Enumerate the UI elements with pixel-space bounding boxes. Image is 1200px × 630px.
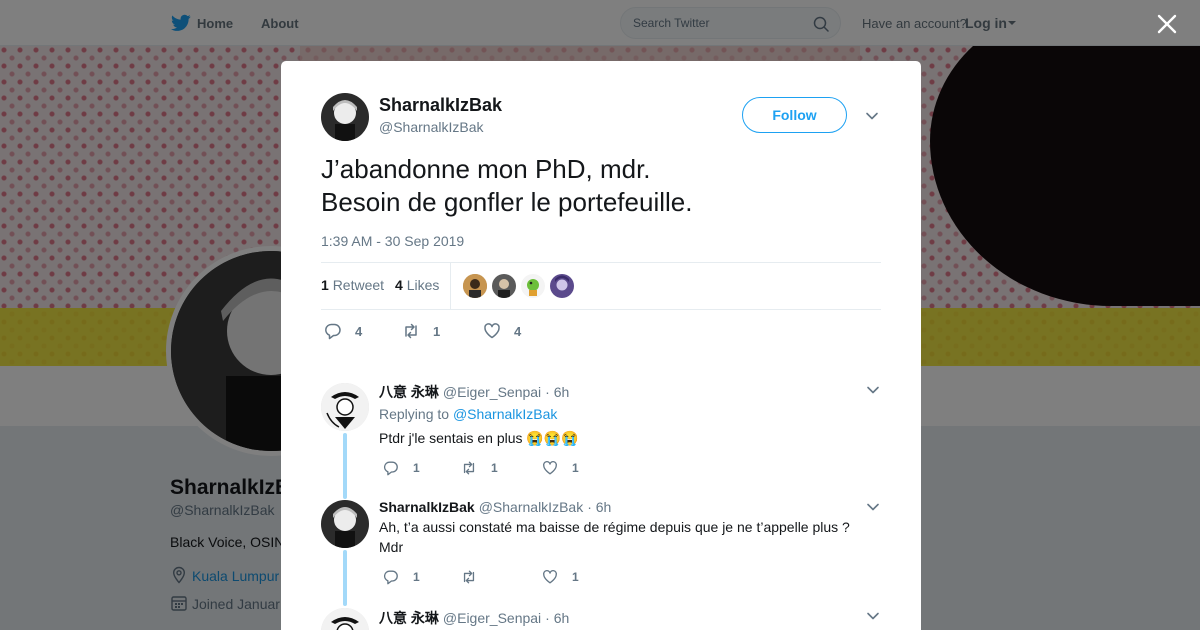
chevron-down-icon[interactable] [866, 500, 880, 514]
reply-author-name[interactable]: SharnalkIzBak [379, 499, 475, 515]
reply-icon [383, 570, 398, 585]
like-button[interactable]: 1 [542, 460, 579, 476]
divider [450, 263, 451, 309]
reply-author-handle[interactable]: @Eiger_Senpai [443, 384, 541, 400]
like-button[interactable]: 4 [483, 322, 521, 340]
reply-count: 1 [413, 570, 420, 584]
follow-button[interactable]: Follow [742, 97, 847, 133]
tweet-author-name[interactable]: SharnalkIzBak [379, 95, 502, 116]
retweet-count: 1 [433, 323, 441, 339]
liker-avatar[interactable] [521, 274, 545, 298]
liker-avatar[interactable] [463, 274, 487, 298]
retweet-icon [463, 570, 475, 584]
replying-to-prefix: Replying to [379, 406, 450, 422]
reply-time[interactable]: · 6h [545, 384, 569, 400]
heart-icon [484, 323, 500, 339]
thread-line [343, 550, 347, 606]
likes-stat-label: Likes [406, 277, 440, 293]
retweet-count: 1 [321, 277, 329, 293]
like-count: 1 [572, 570, 579, 584]
reply-author-handle[interactable]: @Eiger_Senpai [443, 610, 541, 626]
likes-stat[interactable]: 4 Likes [395, 277, 439, 293]
reply-count: 4 [355, 323, 363, 339]
divider [321, 262, 881, 263]
liker-avatar[interactable] [492, 274, 516, 298]
retweet-stat[interactable]: 1 Retweet [321, 277, 384, 293]
retweet-icon [405, 323, 417, 339]
reply-icon [383, 461, 398, 476]
retweet-icon [463, 461, 475, 475]
reply-icon [325, 323, 341, 340]
tweet-timestamp[interactable]: 1:39 AM - 30 Sep 2019 [321, 233, 464, 249]
retweet-count: 1 [491, 461, 498, 475]
retweet-button[interactable]: 1 [461, 460, 498, 476]
reply-text: Ptdr j'le sentais en plus 😭😭😭 [379, 430, 579, 446]
reply-text: Ah, t’a aussi constaté ma baisse de régi… [379, 517, 879, 557]
close-icon[interactable] [1155, 12, 1179, 36]
reply-time[interactable]: · 6h [587, 499, 611, 515]
reply-header: 八意 永琳 @Eiger_Senpai · 6h [379, 382, 569, 402]
tweet-text: J’abandonne mon PhD, mdr. Besoin de gonf… [321, 153, 881, 219]
like-count: 1 [572, 461, 579, 475]
chevron-down-icon[interactable] [866, 609, 880, 623]
reply-avatar[interactable] [321, 500, 369, 548]
heart-icon [543, 569, 557, 584]
reply-button[interactable]: 1 [383, 569, 420, 585]
retweet-stat-label: Retweet [332, 277, 385, 293]
reply-button[interactable]: 1 [383, 460, 420, 476]
heart-icon [543, 460, 557, 475]
reply-button[interactable]: 4 [324, 322, 362, 340]
reply-avatar[interactable] [321, 383, 369, 431]
reply-author-handle[interactable]: @SharnalkIzBak [479, 499, 583, 515]
reply-text-line: Ah, t’a aussi constaté ma baisse de régi… [379, 519, 850, 535]
reply-avatar[interactable] [321, 608, 369, 630]
like-count: 4 [395, 277, 403, 293]
like-button[interactable]: 1 [542, 569, 579, 585]
tweet-text-line: J’abandonne mon PhD, mdr. [321, 154, 651, 184]
chevron-down-icon[interactable] [866, 383, 880, 397]
divider [321, 309, 881, 310]
reply-text-line: Mdr [379, 539, 404, 555]
replying-to-link[interactable]: @SharnalkIzBak [453, 406, 557, 422]
reply-time[interactable]: · 6h [545, 610, 569, 626]
like-count: 4 [514, 323, 522, 339]
reply-count: 1 [413, 461, 420, 475]
reply-header: SharnalkIzBak @SharnalkIzBak · 6h [379, 499, 611, 515]
thread-line [343, 433, 347, 499]
reply-author-name[interactable]: 八意 永琳 [379, 610, 439, 626]
liker-avatar[interactable] [550, 274, 574, 298]
replying-to: Replying to @SharnalkIzBak [379, 406, 557, 422]
retweet-button[interactable]: 1 [402, 322, 440, 340]
tweet-author-handle[interactable]: @SharnalkIzBak [379, 119, 483, 135]
tweet-author-avatar[interactable] [321, 93, 369, 141]
retweet-button[interactable] [461, 569, 491, 585]
tweet-text-line: Besoin de gonfler le portefeuille. [321, 187, 693, 217]
chevron-down-icon[interactable] [865, 109, 879, 123]
reply-header: 八意 永琳 @Eiger_Senpai · 6h [379, 608, 569, 628]
reply-author-name[interactable]: 八意 永琳 [379, 384, 439, 400]
tweet-modal: SharnalkIzBak @SharnalkIzBak Follow J’ab… [281, 61, 921, 630]
